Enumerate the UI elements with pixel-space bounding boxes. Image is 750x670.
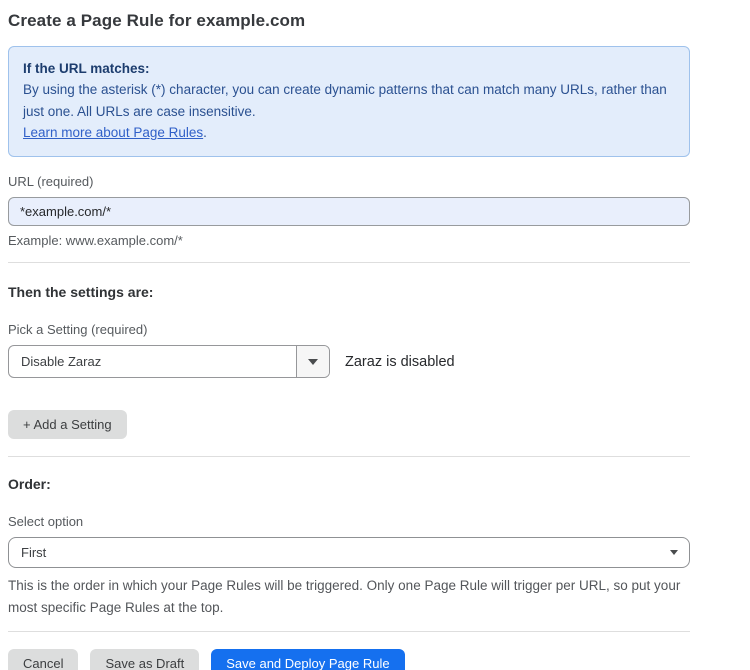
pick-setting-label: Pick a Setting (required) [8, 322, 690, 338]
section-divider [8, 262, 690, 263]
url-match-info-callout: If the URL matches: By using the asteris… [8, 46, 690, 157]
setting-dropdown[interactable]: Disable Zaraz [8, 345, 330, 378]
order-section-heading: Order: [8, 476, 690, 492]
info-callout-heading: If the URL matches: [23, 58, 675, 79]
setting-dropdown-value: Disable Zaraz [9, 346, 296, 377]
learn-more-link[interactable]: Learn more about Page Rules [23, 125, 203, 140]
link-period: . [203, 125, 207, 140]
page-title: Create a Page Rule for example.com [8, 11, 690, 31]
url-example-text: Example: www.example.com/* [8, 233, 690, 249]
url-input[interactable] [8, 197, 690, 226]
setting-row: Disable Zaraz Zaraz is disabled [8, 345, 690, 378]
save-as-draft-button[interactable]: Save as Draft [90, 649, 199, 670]
info-callout-link-line: Learn more about Page Rules. [23, 122, 675, 144]
section-divider [8, 456, 690, 457]
save-and-deploy-button[interactable]: Save and Deploy Page Rule [211, 649, 404, 670]
setting-status-text: Zaraz is disabled [345, 354, 455, 370]
add-setting-button[interactable]: + Add a Setting [8, 410, 127, 439]
section-divider [8, 631, 690, 632]
settings-section-heading: Then the settings are: [8, 284, 690, 300]
cancel-button[interactable]: Cancel [8, 649, 78, 670]
info-callout-body: By using the asterisk (*) character, you… [23, 79, 668, 122]
caret-down-icon [670, 550, 678, 555]
order-select-label: Select option [8, 514, 690, 530]
url-field-label: URL (required) [8, 174, 690, 190]
caret-down-icon [308, 359, 318, 365]
order-select[interactable]: First [8, 537, 690, 568]
setting-dropdown-caret-button[interactable] [296, 346, 329, 377]
form-actions: Cancel Save as Draft Save and Deploy Pag… [8, 649, 690, 670]
order-select-value: First [21, 545, 46, 560]
page-rule-form: Create a Page Rule for example.com If th… [8, 0, 690, 670]
order-help-text: This is the order in which your Page Rul… [8, 575, 688, 619]
